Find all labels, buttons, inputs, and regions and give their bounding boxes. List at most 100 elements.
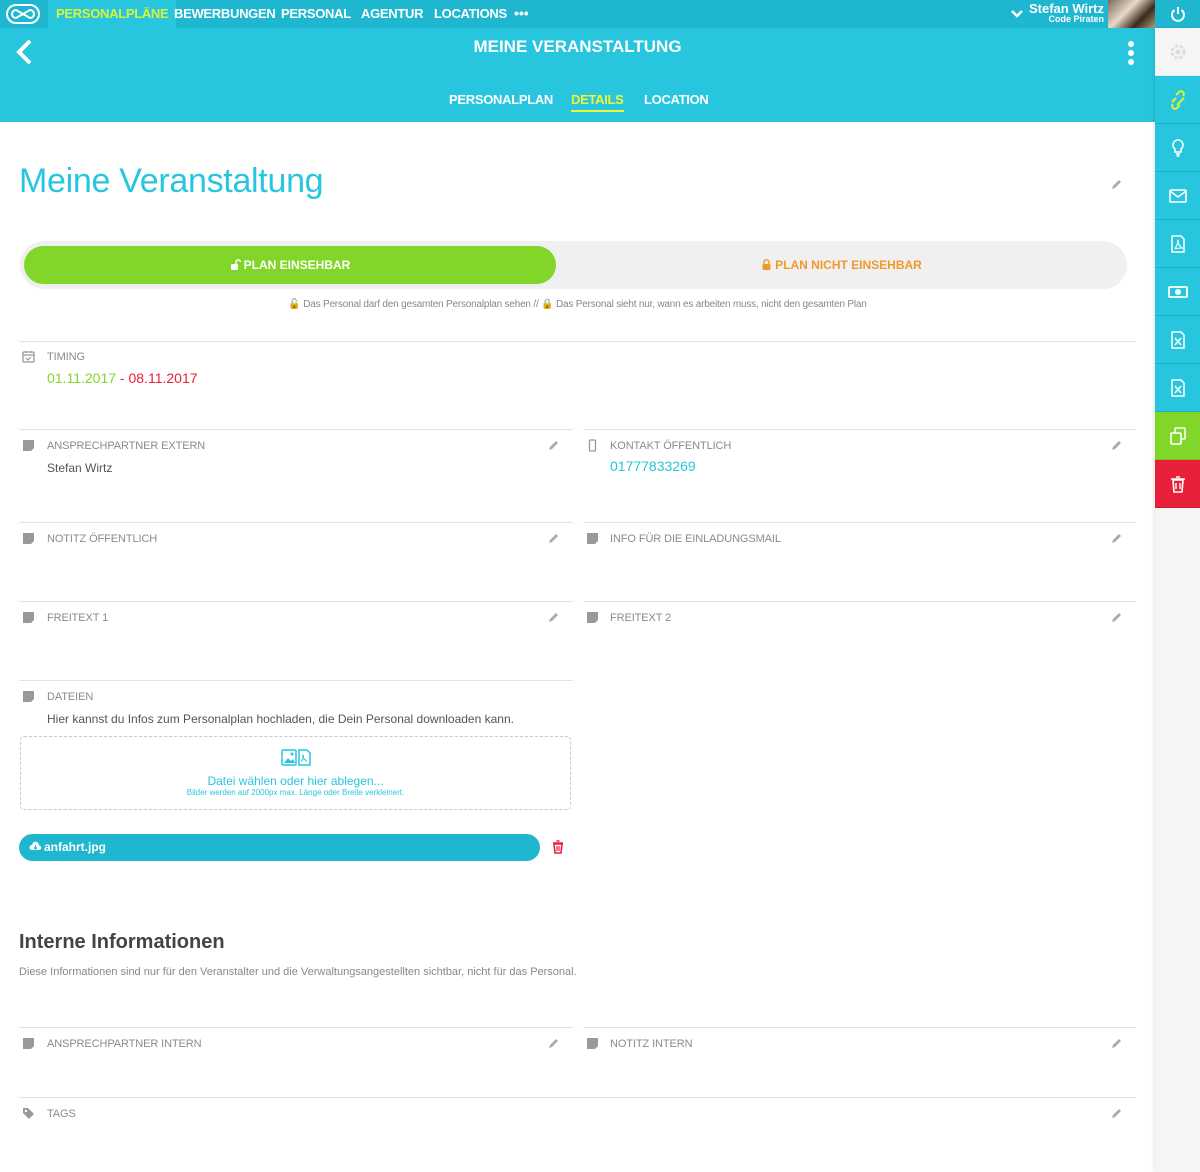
- files-label: DATEIEN: [47, 691, 94, 703]
- timing-separator: -: [116, 370, 129, 386]
- contact-external-value: Stefan Wirtz: [47, 461, 113, 475]
- delete-button[interactable]: [1155, 460, 1200, 508]
- edit-title-pencil-icon[interactable]: [1110, 178, 1123, 191]
- note-icon: [587, 1038, 598, 1049]
- user-company: Code Piraten: [1048, 14, 1104, 24]
- note-public-label: NOTITZ ÖFFENTLICH: [47, 533, 158, 545]
- unlock-icon: 🔓: [288, 299, 301, 310]
- divider: [19, 601, 573, 602]
- header-title: MEINE VERANSTALTUNG: [473, 37, 682, 56]
- trash-icon: [1170, 475, 1185, 493]
- note-icon: [23, 1038, 34, 1049]
- divider: [19, 429, 573, 430]
- timing-label: TIMING: [47, 351, 85, 363]
- internal-section-description: Diese Informationen sind nur für den Ver…: [19, 966, 577, 978]
- edit-pencil-icon[interactable]: [1110, 532, 1123, 545]
- visibility-hint: 🔓 Das Personal darf den gesamten Persona…: [0, 299, 1155, 310]
- mail-button[interactable]: [1155, 172, 1200, 220]
- event-title: Meine Veranstaltung: [19, 162, 324, 200]
- file-download-pill[interactable]: anfahrt.jpg: [19, 834, 540, 861]
- chevron-down-icon[interactable]: [1010, 8, 1024, 20]
- edit-pencil-icon[interactable]: [547, 611, 560, 624]
- idea-button[interactable]: [1155, 124, 1200, 172]
- nav-more-button[interactable]: •••: [514, 0, 529, 28]
- excel-export-button[interactable]: [1155, 316, 1200, 364]
- payment-button[interactable]: [1155, 268, 1200, 316]
- tab-details[interactable]: DETAILS: [571, 92, 624, 112]
- divider: [583, 429, 1136, 430]
- plan-visible-button[interactable]: PLAN EINSEHBAR: [24, 246, 556, 284]
- file-dropzone[interactable]: Datei wählen oder hier ablegen... Bilder…: [20, 736, 571, 810]
- right-action-sidebar: [1155, 28, 1200, 1172]
- note-icon: [23, 691, 34, 702]
- link-button[interactable]: [1155, 76, 1200, 124]
- image-pdf-upload-icon: [281, 749, 311, 766]
- contact-external-label: ANSPRECHPARTNER EXTERN: [47, 440, 206, 452]
- copy-button[interactable]: [1155, 412, 1200, 460]
- divider: [19, 341, 1136, 342]
- nav-locations[interactable]: LOCATIONS: [434, 0, 507, 28]
- copy-icon: [1169, 426, 1186, 445]
- cloud-download-icon: [29, 841, 42, 850]
- files-description: Hier kannst du Infos zum Personalplan ho…: [47, 712, 514, 726]
- edit-pencil-icon[interactable]: [1110, 439, 1123, 452]
- top-navigation: PERSONALPLÄNE BEWERBUNGEN PERSONAL AGENT…: [0, 0, 1200, 28]
- upload-sub-text: Bilder werden auf 2000px max. Länge oder…: [186, 788, 405, 797]
- settings-button[interactable]: [1155, 28, 1200, 76]
- excel-icon: [1170, 378, 1185, 397]
- event-header: MEINE VERANSTALTUNG PERSONALPLAN DETAILS…: [0, 28, 1155, 122]
- note-icon: [23, 533, 34, 544]
- timing-value[interactable]: 01.11.2017 - 08.11.2017: [47, 370, 198, 386]
- divider: [19, 680, 573, 681]
- lock-icon: 🔒: [541, 299, 554, 310]
- edit-pencil-icon[interactable]: [1110, 1107, 1123, 1120]
- divider: [19, 522, 573, 523]
- kebab-menu-icon[interactable]: [1125, 40, 1137, 66]
- contact-public-label: KONTAKT ÖFFENTLICH: [610, 440, 732, 452]
- divider: [583, 522, 1136, 523]
- phone-icon: [588, 439, 597, 452]
- invite-info-label: INFO FÜR DIE EINLADUNGSMAIL: [610, 533, 781, 545]
- timing-end: 08.11.2017: [128, 370, 198, 386]
- power-icon[interactable]: [1170, 5, 1186, 23]
- divider: [583, 601, 1136, 602]
- tab-personalplan[interactable]: PERSONALPLAN: [449, 92, 553, 107]
- timing-start: 01.11.2017: [47, 370, 117, 386]
- contact-public-value[interactable]: 01777833269: [610, 458, 696, 474]
- gear-icon: [1170, 44, 1185, 59]
- freetext1-label: FREITEXT 1: [47, 612, 109, 624]
- excel-export-button-2[interactable]: [1155, 364, 1200, 412]
- nav-bewerbungen[interactable]: BEWERBUNGEN: [174, 0, 276, 28]
- link-icon: [1170, 89, 1185, 110]
- edit-pencil-icon[interactable]: [547, 532, 560, 545]
- app-logo-icon[interactable]: [6, 4, 40, 24]
- note-icon: [23, 612, 34, 623]
- unlock-icon: [230, 259, 241, 270]
- edit-pencil-icon[interactable]: [547, 439, 560, 452]
- avatar[interactable]: [1108, 0, 1155, 28]
- hint-visible: Das Personal darf den gesamten Personalp…: [303, 299, 539, 310]
- file-name: anfahrt.jpg: [44, 840, 106, 854]
- pdf-export-button[interactable]: [1155, 220, 1200, 268]
- plan-visible-label: PLAN EINSEHBAR: [243, 258, 351, 272]
- edit-pencil-icon[interactable]: [1110, 611, 1123, 624]
- plan-hidden-button[interactable]: PLAN NICHT EINSEHBAR: [560, 246, 1123, 284]
- tag-icon: [23, 1108, 34, 1119]
- tags-label: TAGS: [47, 1108, 76, 1120]
- freetext2-label: FREITEXT 2: [610, 612, 672, 624]
- nav-personalplaene[interactable]: PERSONALPLÄNE: [48, 0, 177, 28]
- tab-location[interactable]: LOCATION: [644, 92, 709, 107]
- trash-icon[interactable]: [552, 840, 564, 854]
- note-icon: [587, 533, 598, 544]
- visibility-toggle: PLAN EINSEHBAR PLAN NICHT EINSEHBAR: [20, 241, 1127, 289]
- nav-agentur[interactable]: AGENTUR: [361, 0, 423, 28]
- edit-pencil-icon[interactable]: [1110, 1037, 1123, 1050]
- note-icon: [23, 440, 34, 451]
- edit-pencil-icon[interactable]: [547, 1037, 560, 1050]
- note-icon: [587, 612, 598, 623]
- plan-hidden-label: PLAN NICHT EINSEHBAR: [775, 258, 922, 272]
- nav-personal[interactable]: PERSONAL: [281, 0, 351, 28]
- upload-main-text: Datei wählen oder hier ablegen...: [207, 774, 384, 788]
- mail-icon: [1168, 188, 1187, 203]
- lock-icon: [762, 259, 771, 270]
